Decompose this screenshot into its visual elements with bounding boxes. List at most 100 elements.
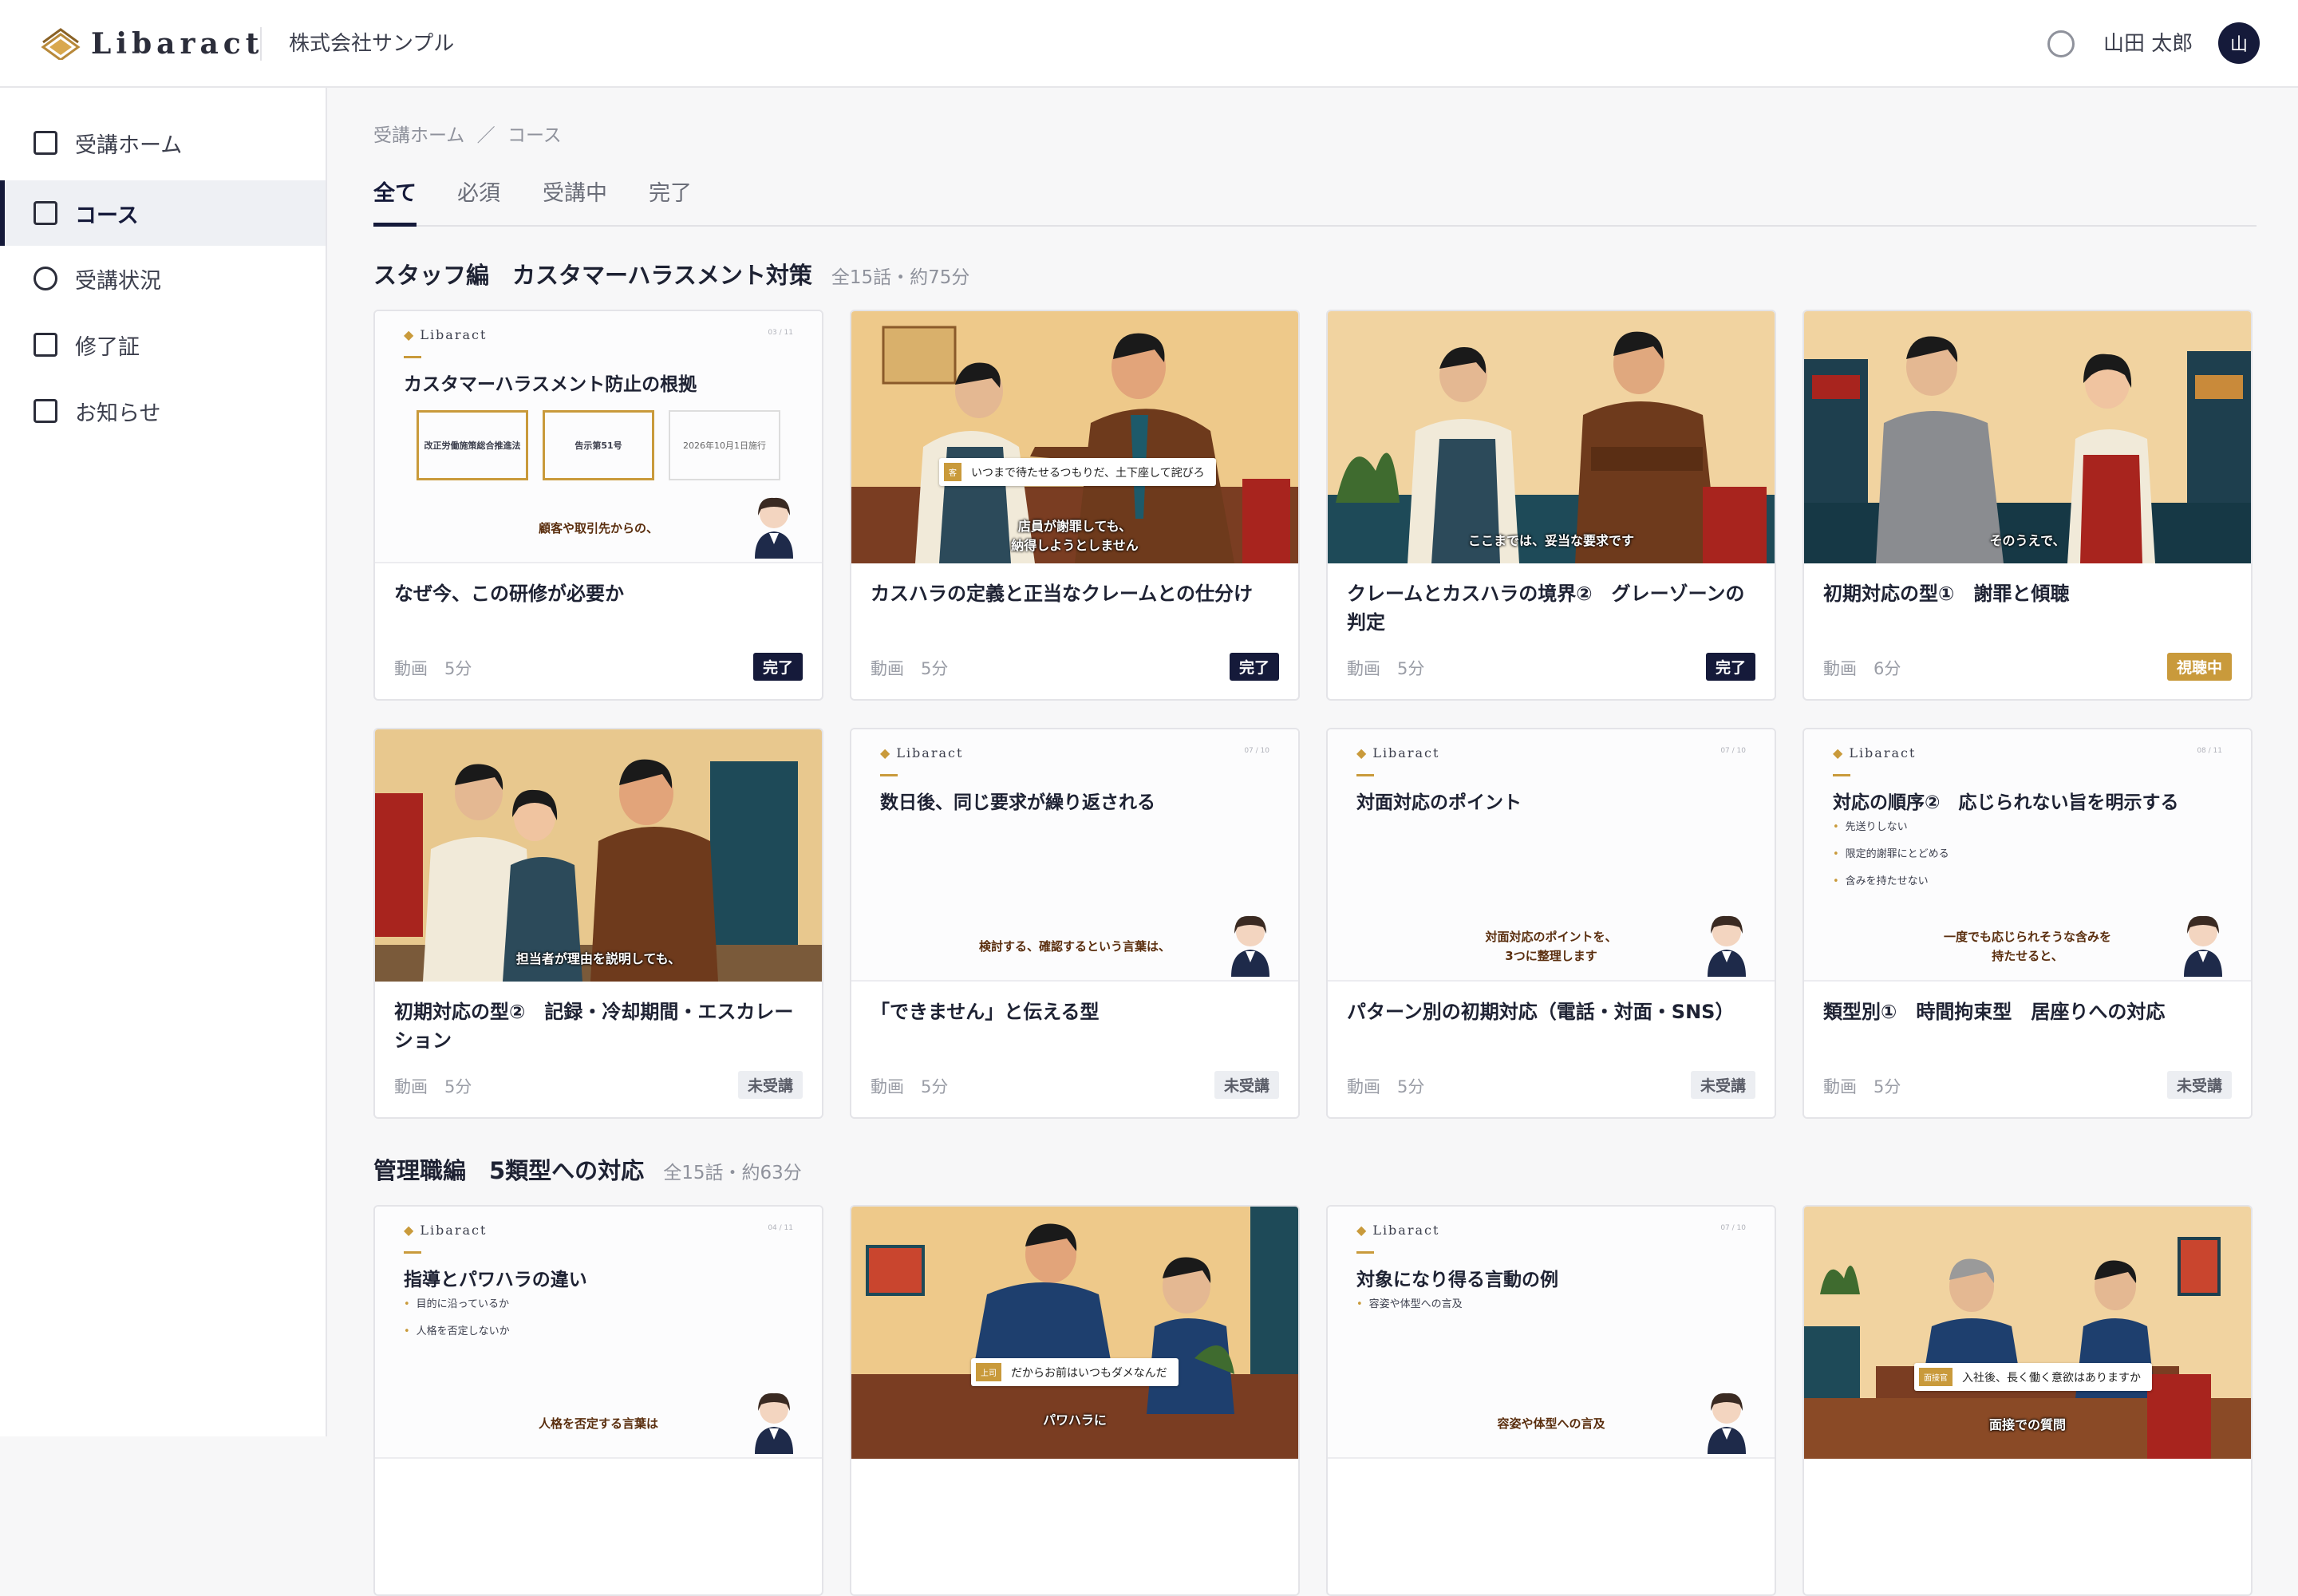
slide-logo: ◆ Libaract — [1356, 745, 1440, 760]
sidebar-item-courses[interactable]: コース — [0, 180, 326, 246]
sidebar-item-label: コース — [75, 203, 139, 228]
slide-heading: 対象になり得る言動の例 — [1356, 1270, 1558, 1290]
slide-logo: ◆ Libaract — [1356, 1223, 1440, 1238]
header-divider — [260, 27, 262, 61]
section-header: スタッフ編 カスタマーハラスメント対策 全15話・約75分 — [373, 257, 969, 290]
photo-caption: パワハラに — [1043, 1412, 1107, 1428]
slide-rule — [1356, 774, 1374, 776]
course-card[interactable]: 担当者が理由を説明しても、 初期対応の型② 記録・冷却期間・エスカレーション 動… — [373, 728, 823, 1119]
course-card[interactable]: ◆ Libaract 07 / 10 数日後、同じ要求が繰り返される 検討する、確… — [850, 728, 1300, 1119]
course-card[interactable]: ◆ Libaract 08 / 11 対応の順序② 応じられない旨を明示する • 先… — [1802, 728, 2253, 1119]
card-title: 「できません」と伝える型 — [871, 1001, 1100, 1023]
status-badge: 未受講 — [737, 1071, 803, 1099]
user-name[interactable]: 山田 太郎 — [2103, 29, 2193, 59]
card-thumbnail: 客いつまで待たせるつもりだ、土下座して詫びろ 店員が謝罪しても、 納得しようとし… — [851, 311, 1298, 563]
square-icon — [34, 201, 57, 225]
course-card[interactable]: ◆ Libaract 07 / 10 対象になり得る言動の例 • 容姿や体型への言及… — [1326, 1205, 1776, 1596]
card-meta: 動画 6分 — [1823, 659, 1901, 678]
card-thumbnail: ◆ Libaract 07 / 10 対面対応のポイント 対面対応のポイントを、 3… — [1328, 729, 1775, 982]
course-card[interactable]: ◆ Libaract 03 / 11 カスタマーハラスメント防止の根拠 改正労働施… — [373, 310, 823, 701]
sidebar-item-certificates[interactable]: 修了証 — [0, 312, 326, 377]
course-card[interactable]: 客いつまで待たせるつもりだ、土下座して詫びろ 店員が謝罪しても、 納得しようとし… — [850, 310, 1300, 701]
presenter-avatar-icon — [2184, 915, 2222, 977]
tab-completed[interactable]: 完了 — [649, 176, 692, 227]
tab-in-progress[interactable]: 受講中 — [543, 176, 607, 227]
company-name: 株式会社サンプル — [289, 32, 455, 56]
course-card[interactable]: そのうえで、 初期対応の型① 謝罪と傾聴 動画 6分 視聴中 — [1802, 310, 2253, 701]
slide-rule — [404, 1251, 421, 1254]
status-badge: 完了 — [1229, 653, 1279, 681]
square-icon — [34, 131, 57, 155]
slide-heading: 対面対応のポイント — [1356, 792, 1522, 813]
photo-caption: 面接での質問 — [1988, 1417, 2066, 1432]
card-title: なぜ今、この研修が必要か — [394, 583, 624, 605]
card-title: 初期対応の型① 謝罪と傾聴 — [1823, 583, 2070, 605]
slide-logo: ◆ Libaract — [880, 745, 964, 760]
presenter-avatar-icon — [755, 1393, 793, 1454]
card-meta: 動画 5分 — [1823, 1077, 1901, 1096]
slide-heading: 数日後、同じ要求が繰り返される — [880, 792, 1155, 813]
course-card[interactable]: 上司 だからお前はいつもダメなんだ パワハラに — [850, 1205, 1300, 1596]
course-card[interactable]: ◆ Libaract 04 / 11 指導とパワハラの違い • 目的に沿っているか … — [373, 1205, 823, 1596]
circle-icon — [34, 267, 57, 290]
card-meta: 動画 5分 — [1347, 1077, 1425, 1096]
course-card[interactable]: 面接官 入社後、長く働く意欲はありますか 面接での質問 — [1802, 1205, 2253, 1596]
sidebar-item-home[interactable]: 受講ホーム — [0, 110, 326, 176]
sidebar: 受講ホーム コース 受講状況 修了証 お知らせ — [0, 88, 327, 1436]
slide-page: 03 / 11 — [768, 329, 793, 337]
tab-required[interactable]: 必須 — [457, 176, 500, 227]
libaract-logo-icon — [41, 28, 81, 60]
slide-rule — [1833, 774, 1850, 776]
subtitle-box: 面接官 入社後、長く働く意欲はありますか — [1914, 1363, 2152, 1391]
presenter-avatar-icon — [1231, 915, 1269, 977]
sidebar-item-progress[interactable]: 受講状況 — [0, 246, 326, 311]
slide-page: 07 / 10 — [1720, 747, 1746, 755]
slide-rule — [880, 774, 898, 776]
slide-bullets: • 先送りしない • 限定的謝罪にとどめる • 含みを持たせない — [1833, 821, 1949, 887]
slide-rule — [404, 356, 421, 358]
card-thumbnail: ◆ Libaract 07 / 10 対象になり得る言動の例 • 容姿や体型への言及… — [1328, 1207, 1775, 1459]
app-header: Libaract 株式会社サンプル 山田 太郎 山 — [0, 0, 2298, 88]
course-card[interactable]: ◆ Libaract 07 / 10 対面対応のポイント 対面対応のポイントを、 3… — [1326, 728, 1776, 1119]
slide-logo: ◆ Libaract — [404, 327, 488, 342]
breadcrumb-current: コース — [507, 125, 562, 146]
avatar[interactable]: 山 — [2218, 22, 2260, 64]
slide-heading: 対応の順序② 応じられない旨を明示する — [1833, 792, 2179, 813]
notification-icon[interactable] — [2047, 30, 2075, 57]
photo-caption: ここまでは、妥当な要求です — [1467, 533, 1634, 548]
slide-page: 08 / 11 — [2197, 747, 2222, 755]
main-content: 受講ホーム ／ コース 全て 必須 受講中 完了 スタッフ編 カスタマーハラスメ… — [373, 120, 2257, 1596]
app-logo[interactable]: Libaract — [40, 24, 263, 64]
sidebar-item-notices[interactable]: お知らせ — [0, 378, 326, 444]
slide-page: 07 / 10 — [1720, 1224, 1746, 1232]
tab-all[interactable]: 全て — [373, 176, 417, 227]
slide-box: 告示第51号 — [543, 410, 654, 480]
photo-caption: そのうえで、 — [1989, 533, 2066, 548]
card-thumbnail: ◆ Libaract 07 / 10 数日後、同じ要求が繰り返される 検討する、確… — [851, 729, 1298, 982]
card-meta: 動画 5分 — [394, 659, 472, 678]
sidebar-item-label: 修了証 — [75, 334, 140, 360]
card-title: クレームとカスハラの境界② グレーゾーンの判定 — [1347, 583, 1745, 634]
slide-bullets: • 容姿や体型への言及 — [1356, 1298, 1463, 1310]
card-title: 初期対応の型② 記録・冷却期間・エスカレーション — [394, 1001, 794, 1052]
card-title: 類型別① 時間拘束型 居座りへの対応 — [1823, 1001, 2166, 1023]
section-meta: 全15話・約63分 — [663, 1163, 802, 1183]
slide-rule — [1356, 1251, 1374, 1254]
presenter-avatar-icon — [755, 497, 793, 559]
slide-box: 2026年10月1日施行 — [669, 410, 780, 480]
card-meta: 動画 5分 — [871, 1077, 949, 1096]
presenter-avatar-icon — [1708, 1393, 1746, 1454]
subtitle-box: 客いつまで待たせるつもりだ、土下座して詫びろ — [939, 458, 1216, 486]
slide-logo: ◆ Libaract — [1833, 745, 1917, 760]
sidebar-item-label: 受講状況 — [75, 268, 161, 294]
breadcrumb-home[interactable]: 受講ホーム — [373, 125, 464, 146]
slide-heading: 指導とパワハラの違い — [404, 1270, 587, 1290]
logo-text: Libaract — [91, 27, 264, 61]
photo-caption: 店員が謝罪しても、 — [1017, 519, 1132, 534]
card-thumbnail: 面接官 入社後、長く働く意欲はありますか 面接での質問 — [1804, 1207, 2251, 1459]
course-card[interactable]: ここまでは、妥当な要求です クレームとカスハラの境界② グレーゾーンの判定 動画… — [1326, 310, 1776, 701]
square-icon — [34, 399, 57, 423]
status-badge: 未受講 — [1690, 1071, 1755, 1099]
breadcrumb: 受講ホーム ／ コース — [373, 120, 2257, 148]
square-icon — [34, 333, 57, 357]
